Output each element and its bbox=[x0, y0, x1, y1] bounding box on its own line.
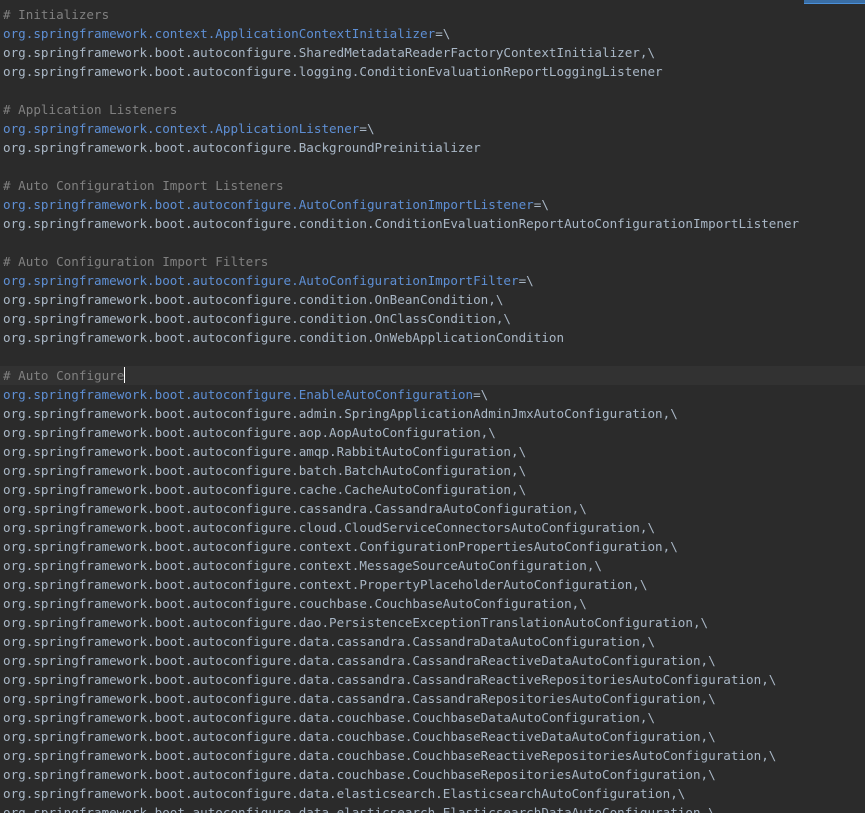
property-value-line[interactable]: org.springframework.boot.autoconfigure.d… bbox=[3, 746, 865, 765]
property-value: org.springframework.boot.autoconfigure.c… bbox=[3, 520, 656, 535]
comment-text: # Initializers bbox=[3, 7, 110, 22]
comment-line[interactable]: # Application Listeners bbox=[3, 100, 865, 119]
property-value-line[interactable]: org.springframework.boot.autoconfigure.d… bbox=[3, 708, 865, 727]
property-value-line[interactable]: org.springframework.boot.autoconfigure.c… bbox=[3, 556, 865, 575]
property-value: org.springframework.boot.autoconfigure.c… bbox=[3, 577, 648, 592]
comment-text: # Auto Configure bbox=[3, 368, 125, 383]
property-value-line[interactable]: org.springframework.boot.autoconfigure.c… bbox=[3, 575, 865, 594]
comment-text: # Application Listeners bbox=[3, 102, 178, 117]
property-value: org.springframework.boot.autoconfigure.c… bbox=[3, 311, 511, 326]
property-value-line[interactable]: org.springframework.boot.autoconfigure.B… bbox=[3, 138, 865, 157]
property-key-line[interactable]: org.springframework.boot.autoconfigure.A… bbox=[3, 195, 865, 214]
property-value: org.springframework.boot.autoconfigure.d… bbox=[3, 710, 656, 725]
editor-lines[interactable]: # Initializers org.springframework.contex… bbox=[0, 5, 865, 813]
property-key: org.springframework.context.ApplicationL… bbox=[3, 121, 360, 136]
property-value: org.springframework.boot.autoconfigure.S… bbox=[3, 45, 656, 60]
property-key-line[interactable]: org.springframework.boot.autoconfigure.A… bbox=[3, 271, 865, 290]
property-key-line[interactable]: org.springframework.context.ApplicationL… bbox=[3, 119, 865, 138]
property-value-line[interactable]: org.springframework.boot.autoconfigure.b… bbox=[3, 461, 865, 480]
property-value-line[interactable]: org.springframework.boot.autoconfigure.d… bbox=[3, 765, 865, 784]
property-value-line[interactable]: org.springframework.boot.autoconfigure.d… bbox=[3, 727, 865, 746]
property-value-line[interactable]: org.springframework.boot.autoconfigure.a… bbox=[3, 404, 865, 423]
property-value-line[interactable]: org.springframework.boot.autoconfigure.c… bbox=[3, 480, 865, 499]
property-value: org.springframework.boot.autoconfigure.c… bbox=[3, 501, 587, 516]
comment-line[interactable]: # Auto Configuration Import Listeners bbox=[3, 176, 865, 195]
property-key: org.springframework.boot.autoconfigure.E… bbox=[3, 387, 474, 402]
property-value-line[interactable]: org.springframework.boot.autoconfigure.d… bbox=[3, 670, 865, 689]
property-value-line[interactable]: org.springframework.boot.autoconfigure.d… bbox=[3, 689, 865, 708]
property-key: org.springframework.boot.autoconfigure.A… bbox=[3, 197, 534, 212]
blank-line[interactable] bbox=[3, 81, 865, 100]
property-value: org.springframework.boot.autoconfigure.d… bbox=[3, 786, 686, 801]
property-value: org.springframework.boot.autoconfigure.d… bbox=[3, 653, 716, 668]
assignment-operator: =\ bbox=[518, 273, 534, 288]
property-value: org.springframework.boot.autoconfigure.d… bbox=[3, 615, 709, 630]
property-value-line[interactable]: org.springframework.boot.autoconfigure.c… bbox=[3, 309, 865, 328]
property-value-line[interactable]: org.springframework.boot.autoconfigure.a… bbox=[3, 442, 865, 461]
property-key-line[interactable]: org.springframework.context.ApplicationC… bbox=[3, 24, 865, 43]
blank-line[interactable] bbox=[3, 233, 865, 252]
property-value: org.springframework.boot.autoconfigure.d… bbox=[3, 672, 777, 687]
property-value-line[interactable]: org.springframework.boot.autoconfigure.a… bbox=[3, 423, 865, 442]
comment-text: # Auto Configuration Import Filters bbox=[3, 254, 269, 269]
property-value: org.springframework.boot.autoconfigure.d… bbox=[3, 767, 716, 782]
property-value: org.springframework.boot.autoconfigure.d… bbox=[3, 691, 716, 706]
property-value-line[interactable]: org.springframework.boot.autoconfigure.c… bbox=[3, 290, 865, 309]
comment-text: # Auto Configuration Import Listeners bbox=[3, 178, 284, 193]
comment-line[interactable]: # Initializers bbox=[3, 5, 865, 24]
property-value-line[interactable]: org.springframework.boot.autoconfigure.d… bbox=[3, 803, 865, 813]
property-key-line[interactable]: org.springframework.boot.autoconfigure.E… bbox=[3, 385, 865, 404]
property-value: org.springframework.boot.autoconfigure.c… bbox=[3, 216, 800, 231]
property-value: org.springframework.boot.autoconfigure.c… bbox=[3, 292, 504, 307]
text-caret bbox=[124, 367, 126, 383]
property-value: org.springframework.boot.autoconfigure.d… bbox=[3, 748, 777, 763]
property-value: org.springframework.boot.autoconfigure.B… bbox=[3, 140, 481, 155]
property-value: org.springframework.boot.autoconfigure.d… bbox=[3, 729, 716, 744]
editor-tab-underline bbox=[804, 3, 865, 4]
assignment-operator: =\ bbox=[473, 387, 489, 402]
comment-line[interactable]: # Auto Configuration Import Filters bbox=[3, 252, 865, 271]
property-value: org.springframework.boot.autoconfigure.a… bbox=[3, 406, 678, 421]
property-key: org.springframework.boot.autoconfigure.A… bbox=[3, 273, 519, 288]
blank-line[interactable] bbox=[3, 157, 865, 176]
property-key: org.springframework.context.ApplicationC… bbox=[3, 26, 436, 41]
property-value-line[interactable]: org.springframework.boot.autoconfigure.c… bbox=[3, 214, 865, 233]
property-value-line[interactable]: org.springframework.boot.autoconfigure.S… bbox=[3, 43, 865, 62]
property-value: org.springframework.boot.autoconfigure.a… bbox=[3, 444, 527, 459]
property-value: org.springframework.boot.autoconfigure.d… bbox=[3, 805, 716, 813]
property-value-line[interactable]: org.springframework.boot.autoconfigure.d… bbox=[3, 784, 865, 803]
property-value-line[interactable]: org.springframework.boot.autoconfigure.c… bbox=[3, 499, 865, 518]
property-value: org.springframework.boot.autoconfigure.c… bbox=[3, 330, 565, 345]
property-value: org.springframework.boot.autoconfigure.a… bbox=[3, 425, 496, 440]
assignment-operator: =\ bbox=[435, 26, 451, 41]
property-value: org.springframework.boot.autoconfigure.c… bbox=[3, 539, 678, 554]
property-value-line[interactable]: org.springframework.boot.autoconfigure.c… bbox=[3, 594, 865, 613]
assignment-operator: =\ bbox=[533, 197, 549, 212]
property-value-line[interactable]: org.springframework.boot.autoconfigure.d… bbox=[3, 613, 865, 632]
property-value: org.springframework.boot.autoconfigure.l… bbox=[3, 64, 663, 79]
property-value-line[interactable]: org.springframework.boot.autoconfigure.d… bbox=[3, 651, 865, 670]
comment-line[interactable]: # Auto Configure bbox=[0, 366, 865, 385]
property-value-line[interactable]: org.springframework.boot.autoconfigure.c… bbox=[3, 537, 865, 556]
property-value: org.springframework.boot.autoconfigure.c… bbox=[3, 482, 527, 497]
assignment-operator: =\ bbox=[359, 121, 375, 136]
code-editor[interactable]: # Initializers org.springframework.contex… bbox=[0, 0, 865, 813]
property-value: org.springframework.boot.autoconfigure.c… bbox=[3, 558, 602, 573]
property-value: org.springframework.boot.autoconfigure.d… bbox=[3, 634, 656, 649]
property-value: org.springframework.boot.autoconfigure.c… bbox=[3, 596, 587, 611]
property-value-line[interactable]: org.springframework.boot.autoconfigure.d… bbox=[3, 632, 865, 651]
property-value-line[interactable]: org.springframework.boot.autoconfigure.c… bbox=[3, 328, 865, 347]
property-value: org.springframework.boot.autoconfigure.b… bbox=[3, 463, 527, 478]
blank-line[interactable] bbox=[3, 347, 865, 366]
property-value-line[interactable]: org.springframework.boot.autoconfigure.c… bbox=[3, 518, 865, 537]
property-value-line[interactable]: org.springframework.boot.autoconfigure.l… bbox=[3, 62, 865, 81]
